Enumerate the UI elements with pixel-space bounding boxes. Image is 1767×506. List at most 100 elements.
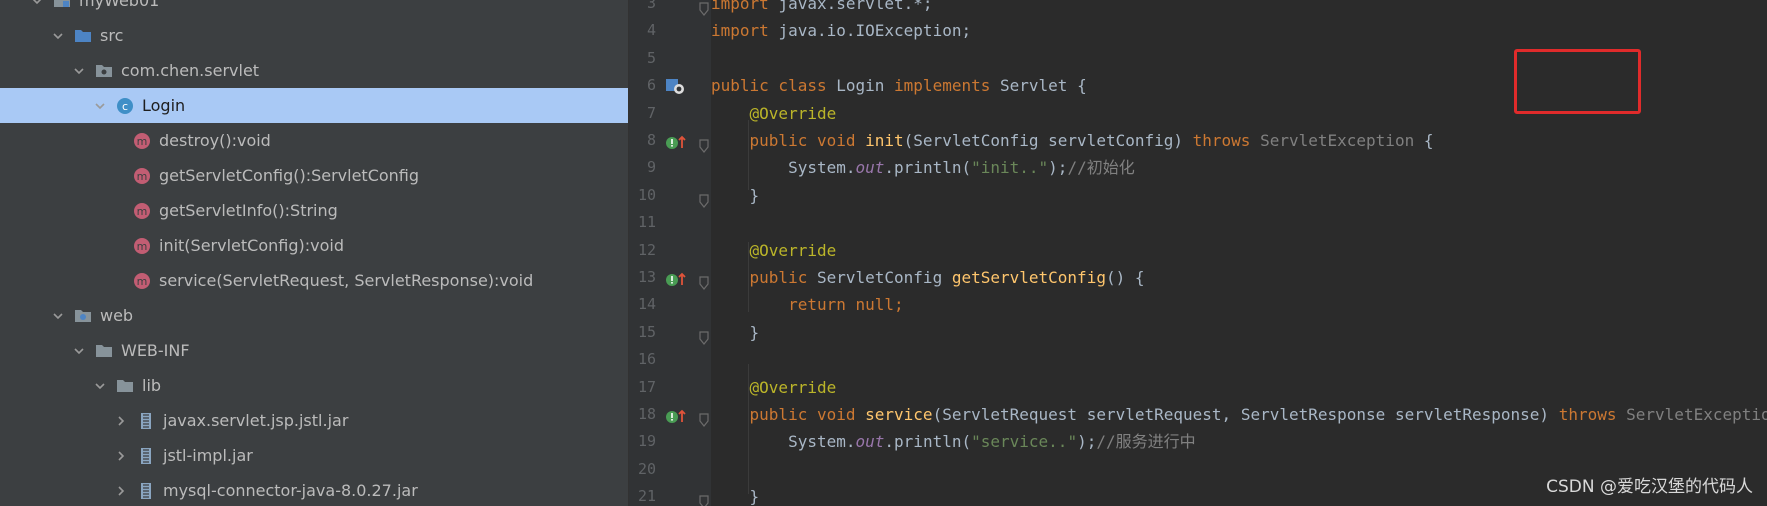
code-line[interactable]: 13 public ServletConfig getServletConfig… bbox=[629, 264, 1767, 291]
line-number: 6 bbox=[646, 76, 656, 95]
collapse-arrow-icon[interactable] bbox=[114, 484, 128, 498]
code-token: "service.." bbox=[971, 432, 1078, 452]
code-token: ); bbox=[1077, 432, 1097, 452]
tree-item[interactable]: c Login bbox=[0, 88, 628, 123]
code-line[interactable]: 16 bbox=[629, 346, 1767, 373]
code-token: public class bbox=[711, 76, 837, 96]
code-line[interactable]: 19 System.out.println("service..");//服务进… bbox=[629, 428, 1767, 455]
expand-arrow-icon[interactable] bbox=[93, 379, 107, 393]
code-line[interactable]: 9 System.out.println("init..");//初始化 bbox=[629, 154, 1767, 181]
tree-item[interactable]: m getServletInfo():String bbox=[0, 193, 628, 228]
tree-item[interactable]: src bbox=[0, 18, 628, 53]
web-folder-icon bbox=[74, 307, 92, 325]
project-tree-panel: myWeb01 src com.chen.servlet c Login m destroy… bbox=[0, 0, 629, 506]
implements-method-icon[interactable] bbox=[665, 132, 687, 150]
line-number: 17 bbox=[637, 377, 656, 396]
code-token: System. bbox=[711, 432, 856, 452]
code-text: } bbox=[711, 319, 760, 346]
code-line[interactable]: 8 public void init(ServletConfig servlet… bbox=[629, 127, 1767, 154]
expand-arrow-icon[interactable] bbox=[51, 309, 65, 323]
code-line[interactable]: 10 } bbox=[629, 182, 1767, 209]
code-line[interactable]: 14 return null; bbox=[629, 291, 1767, 318]
svg-text:c: c bbox=[122, 100, 128, 113]
code-token: } bbox=[711, 185, 760, 205]
tree-item-label: lib bbox=[142, 376, 162, 395]
svg-text:m: m bbox=[137, 205, 148, 218]
code-line[interactable]: 11 bbox=[629, 209, 1767, 236]
expand-arrow-icon[interactable] bbox=[72, 64, 86, 78]
method-icon: m bbox=[133, 272, 151, 290]
code-line[interactable]: 3 import javax.servlet.*; bbox=[629, 0, 1767, 17]
code-text: @Override bbox=[711, 374, 837, 401]
code-text: } bbox=[711, 483, 760, 506]
code-line[interactable]: 4 import java.io.IOException; bbox=[629, 17, 1767, 44]
tree-item[interactable]: mysql-connector-java-8.0.27.jar bbox=[0, 473, 628, 506]
module-folder-icon bbox=[53, 0, 71, 10]
line-number: 8 bbox=[646, 131, 656, 149]
tree-item[interactable]: WEB-INF bbox=[0, 333, 628, 368]
implements-method-icon[interactable] bbox=[665, 269, 687, 287]
code-token: public bbox=[749, 268, 817, 287]
tree-item[interactable]: m service(ServletRequest, ServletResponse… bbox=[0, 263, 628, 298]
method-icon: m bbox=[133, 202, 151, 220]
implements-method-icon[interactable] bbox=[665, 406, 687, 424]
collapse-arrow-icon[interactable] bbox=[114, 414, 128, 428]
tree-item[interactable]: m getServletConfig():ServletConfig bbox=[0, 158, 628, 193]
code-line[interactable]: 12 @Override bbox=[629, 237, 1767, 264]
code-editor[interactable]: 3 import javax.servlet.*; 4 import java.io.… bbox=[629, 0, 1767, 506]
tree-item[interactable]: web bbox=[0, 298, 628, 333]
code-token: //初始化 bbox=[1067, 158, 1135, 178]
expand-arrow-icon[interactable] bbox=[30, 0, 44, 8]
fold-marker-icon[interactable] bbox=[698, 326, 710, 345]
fold-marker-icon[interactable] bbox=[698, 189, 710, 208]
fold-marker-icon[interactable] bbox=[698, 490, 710, 506]
expand-arrow-icon[interactable] bbox=[51, 29, 65, 43]
line-number: 14 bbox=[637, 295, 656, 314]
line-number: 5 bbox=[646, 48, 656, 67]
code-token: java.io.IOException; bbox=[778, 21, 972, 41]
folder-icon bbox=[95, 342, 113, 360]
class-implements-icon[interactable] bbox=[665, 77, 687, 95]
tree-item[interactable]: com.chen.servlet bbox=[0, 53, 628, 88]
tree-item[interactable]: m init(ServletConfig):void bbox=[0, 228, 628, 263]
fold-marker-icon[interactable] bbox=[698, 271, 710, 290]
code-token: service bbox=[865, 405, 933, 424]
tree-item-label: src bbox=[100, 26, 124, 45]
line-number: 10 bbox=[637, 185, 656, 204]
line-number: 19 bbox=[637, 432, 656, 451]
tree-item[interactable]: m destroy():void bbox=[0, 123, 628, 158]
code-token: out bbox=[855, 158, 885, 178]
svg-text:m: m bbox=[137, 240, 148, 253]
code-line[interactable]: 15 } bbox=[629, 319, 1767, 346]
fold-marker-icon[interactable] bbox=[698, 408, 710, 427]
tree-item[interactable]: jstl-impl.jar bbox=[0, 438, 628, 473]
folder-icon bbox=[116, 377, 134, 395]
tree-item[interactable]: myWeb01 bbox=[0, 0, 628, 18]
line-number: 9 bbox=[646, 158, 656, 177]
indent-guide bbox=[748, 364, 749, 494]
tree-item-label: mysql-connector-java-8.0.27.jar bbox=[163, 481, 418, 500]
collapse-arrow-icon[interactable] bbox=[114, 449, 128, 463]
expand-arrow-icon[interactable] bbox=[72, 344, 86, 358]
code-token: throws bbox=[1192, 131, 1261, 150]
tree-item[interactable]: lib bbox=[0, 368, 628, 403]
code-token: (ServletConfig servletConfig) bbox=[903, 131, 1193, 150]
fold-marker-icon[interactable] bbox=[698, 0, 710, 16]
line-number: 20 bbox=[637, 459, 656, 478]
tree-item-label: WEB-INF bbox=[121, 341, 190, 360]
code-token: () { bbox=[1105, 268, 1145, 287]
code-token: implements bbox=[894, 76, 1000, 96]
indent-guide bbox=[748, 242, 749, 312]
expand-arrow-icon[interactable] bbox=[93, 99, 107, 113]
code-text: import java.io.IOException; bbox=[711, 17, 971, 44]
tree-item-label: service(ServletRequest, ServletResponse)… bbox=[159, 271, 534, 290]
code-token: .println( bbox=[884, 158, 972, 178]
tree-item[interactable]: javax.servlet.jsp.jstl.jar bbox=[0, 403, 628, 438]
code-line[interactable]: 17 @Override bbox=[629, 374, 1767, 401]
code-token: @Override bbox=[749, 377, 837, 397]
fold-marker-icon[interactable] bbox=[698, 134, 710, 153]
class-icon: c bbox=[116, 97, 134, 115]
code-token: } bbox=[711, 322, 760, 342]
code-line[interactable]: 18 public void service(ServletRequest se… bbox=[629, 401, 1767, 428]
